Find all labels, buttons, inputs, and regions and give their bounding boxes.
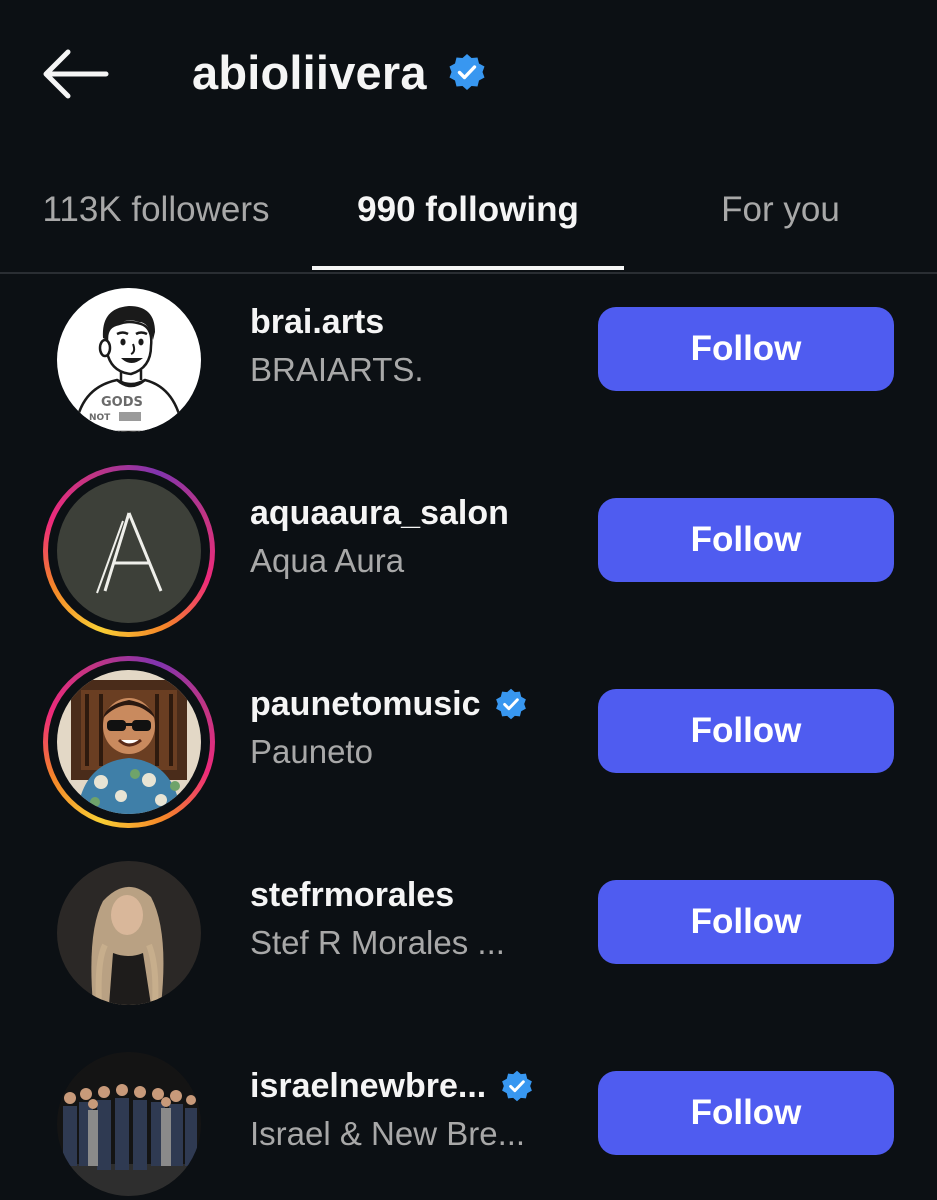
list-item: israelnewbre... Israel & New Bre... Foll… [0, 1038, 937, 1200]
active-tab-indicator [312, 266, 624, 270]
verified-badge-icon [447, 52, 487, 92]
avatar[interactable] [57, 670, 201, 814]
tab-following[interactable]: 990 following [312, 150, 624, 270]
tab-followers[interactable]: 113K followers [0, 150, 312, 270]
follow-button[interactable]: Follow [598, 689, 894, 773]
avatar-ring: GODS NOT [43, 274, 215, 446]
full-name: BRAIARTS. [250, 351, 424, 388]
avatar-ring [43, 847, 215, 1019]
top-bar: abioliivera [0, 0, 937, 140]
avatar[interactable]: GODS NOT [57, 288, 201, 432]
avatar-shirt-text: NOT [89, 413, 111, 423]
follow-button[interactable]: Follow [598, 307, 894, 391]
follow-button[interactable]: Follow [598, 880, 894, 964]
story-ring [43, 465, 215, 637]
full-name: Pauneto [250, 733, 373, 770]
story-ring [43, 656, 215, 828]
username: israelnewbre... [250, 1066, 487, 1105]
username: brai.arts [250, 302, 385, 341]
user-info[interactable]: stefrmorales Stef R Morales ... [250, 871, 570, 967]
user-info[interactable]: paunetomusic Pauneto [250, 680, 570, 776]
user-info[interactable]: brai.arts BRAIARTS. [250, 298, 570, 394]
username: paunetomusic [250, 684, 481, 723]
follow-tabs: 113K followers 990 following For you [0, 150, 937, 274]
following-list: GODS NOT brai.arts BRAIARTS. Follow aqua… [0, 274, 937, 1200]
username: aquaaura_salon [250, 493, 509, 532]
arrow-left-icon [43, 49, 109, 99]
profile-username: abioliivera [192, 45, 427, 99]
username: stefrmorales [250, 875, 455, 914]
full-name: Stef R Morales ... [250, 924, 505, 961]
follow-button[interactable]: Follow [598, 1071, 894, 1155]
list-item: GODS NOT brai.arts BRAIARTS. Follow [0, 274, 937, 465]
user-info[interactable]: israelnewbre... Israel & New Bre... [250, 1062, 570, 1158]
avatar-ring [43, 1038, 215, 1200]
verified-badge-icon [494, 687, 528, 721]
full-name: Israel & New Bre... [250, 1115, 526, 1152]
back-button[interactable] [36, 46, 112, 102]
tab-for-you[interactable]: For you [624, 150, 937, 270]
list-item: stefrmorales Stef R Morales ... Follow [0, 847, 937, 1038]
user-info[interactable]: aquaaura_salon Aqua Aura [250, 489, 570, 585]
follow-button[interactable]: Follow [598, 498, 894, 582]
list-item: paunetomusic Pauneto Follow [0, 656, 937, 847]
avatar[interactable] [57, 479, 201, 623]
full-name: Aqua Aura [250, 542, 405, 579]
avatar[interactable] [57, 1052, 201, 1196]
avatar[interactable] [57, 861, 201, 1005]
verified-badge-icon [500, 1069, 534, 1103]
profile-title: abioliivera [192, 40, 487, 104]
list-item: aquaaura_salon Aqua Aura Follow [0, 465, 937, 656]
avatar-shirt-text: GODS [101, 395, 143, 410]
